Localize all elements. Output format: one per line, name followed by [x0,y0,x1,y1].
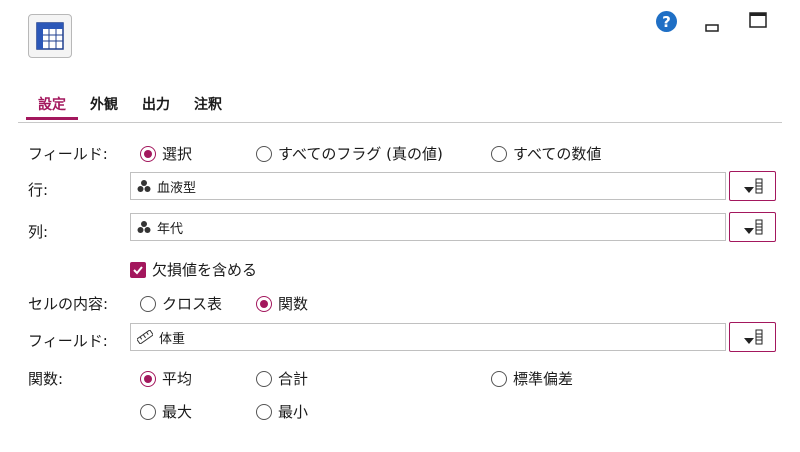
radio-indicator [256,370,272,387]
checkbox-label: 欠損値を含める [152,261,258,279]
maximize-icon[interactable] [749,12,767,28]
field-picker-icon [743,329,762,345]
field-picker-icon [743,219,762,235]
crosstab-table-icon [28,14,72,58]
function-label: 関数: [28,370,64,388]
column-field-input[interactable]: 年代 [130,213,726,241]
minimize-icon[interactable] [705,17,719,32]
function-sum-radio[interactable]: 合計 [256,368,308,389]
radio-label: 選択 [162,145,193,163]
row-field-input[interactable]: 血液型 [130,172,726,200]
categorical-field-icon [137,179,151,193]
help-icon[interactable]: ? [656,11,677,32]
categorical-field-icon [137,220,151,234]
radio-label: クロス表 [162,295,223,313]
checkbox-indicator [130,261,146,278]
radio-label: すべてのフラグ (真の値) [278,145,443,163]
function-field-label: フィールド: [28,332,108,350]
continuous-field-icon [137,330,153,344]
field-picker-icon [743,178,762,194]
radio-label: 標準偏差 [513,370,574,388]
row-field-picker-button[interactable] [729,171,776,201]
column-field-picker-button[interactable] [729,212,776,242]
cell-contents-label: セルの内容: [28,295,109,313]
radio-indicator [140,403,156,420]
tab-bar: 設定 外観 出力 注釈 [26,92,234,120]
fields-all-numeric-radio[interactable]: すべての数値 [491,143,601,164]
radio-label: 関数 [278,295,309,313]
radio-label: 最大 [162,403,193,421]
function-max-radio[interactable]: 最大 [140,401,192,422]
include-missing-checkbox[interactable]: 欠損値を含める [130,259,257,280]
radio-indicator [491,370,507,387]
tab-output[interactable]: 出力 [130,92,182,120]
radio-indicator [256,403,272,420]
tab-annotations[interactable]: 注釈 [182,92,234,120]
function-min-radio[interactable]: 最小 [256,401,308,422]
radio-label: 合計 [278,370,309,388]
row-label: 行: [28,181,49,199]
function-field-input[interactable]: 体重 [130,323,726,351]
column-label: 列: [28,223,49,241]
function-field-picker-button[interactable] [729,322,776,352]
fields-label: フィールド: [28,145,108,163]
radio-indicator [140,370,156,387]
row-field-value: 血液型 [157,180,197,196]
radio-indicator [140,295,156,312]
fields-select-radio[interactable]: 選択 [140,143,192,164]
function-field-value: 体重 [159,331,186,347]
column-field-value: 年代 [157,221,184,237]
radio-indicator [256,145,272,162]
radio-indicator [256,295,272,312]
tab-appearance[interactable]: 外観 [78,92,130,120]
fields-all-flags-radio[interactable]: すべてのフラグ (真の値) [256,143,443,164]
cell-crosstab-radio[interactable]: クロス表 [140,293,222,314]
radio-label: 平均 [162,370,193,388]
radio-indicator [140,145,156,162]
function-mean-radio[interactable]: 平均 [140,368,192,389]
radio-label: 最小 [278,403,309,421]
function-sd-radio[interactable]: 標準偏差 [491,368,573,389]
tabs-divider [18,122,782,123]
radio-indicator [491,145,507,162]
tab-settings[interactable]: 設定 [26,92,78,120]
cell-function-radio[interactable]: 関数 [256,293,308,314]
radio-label: すべての数値 [513,145,602,163]
